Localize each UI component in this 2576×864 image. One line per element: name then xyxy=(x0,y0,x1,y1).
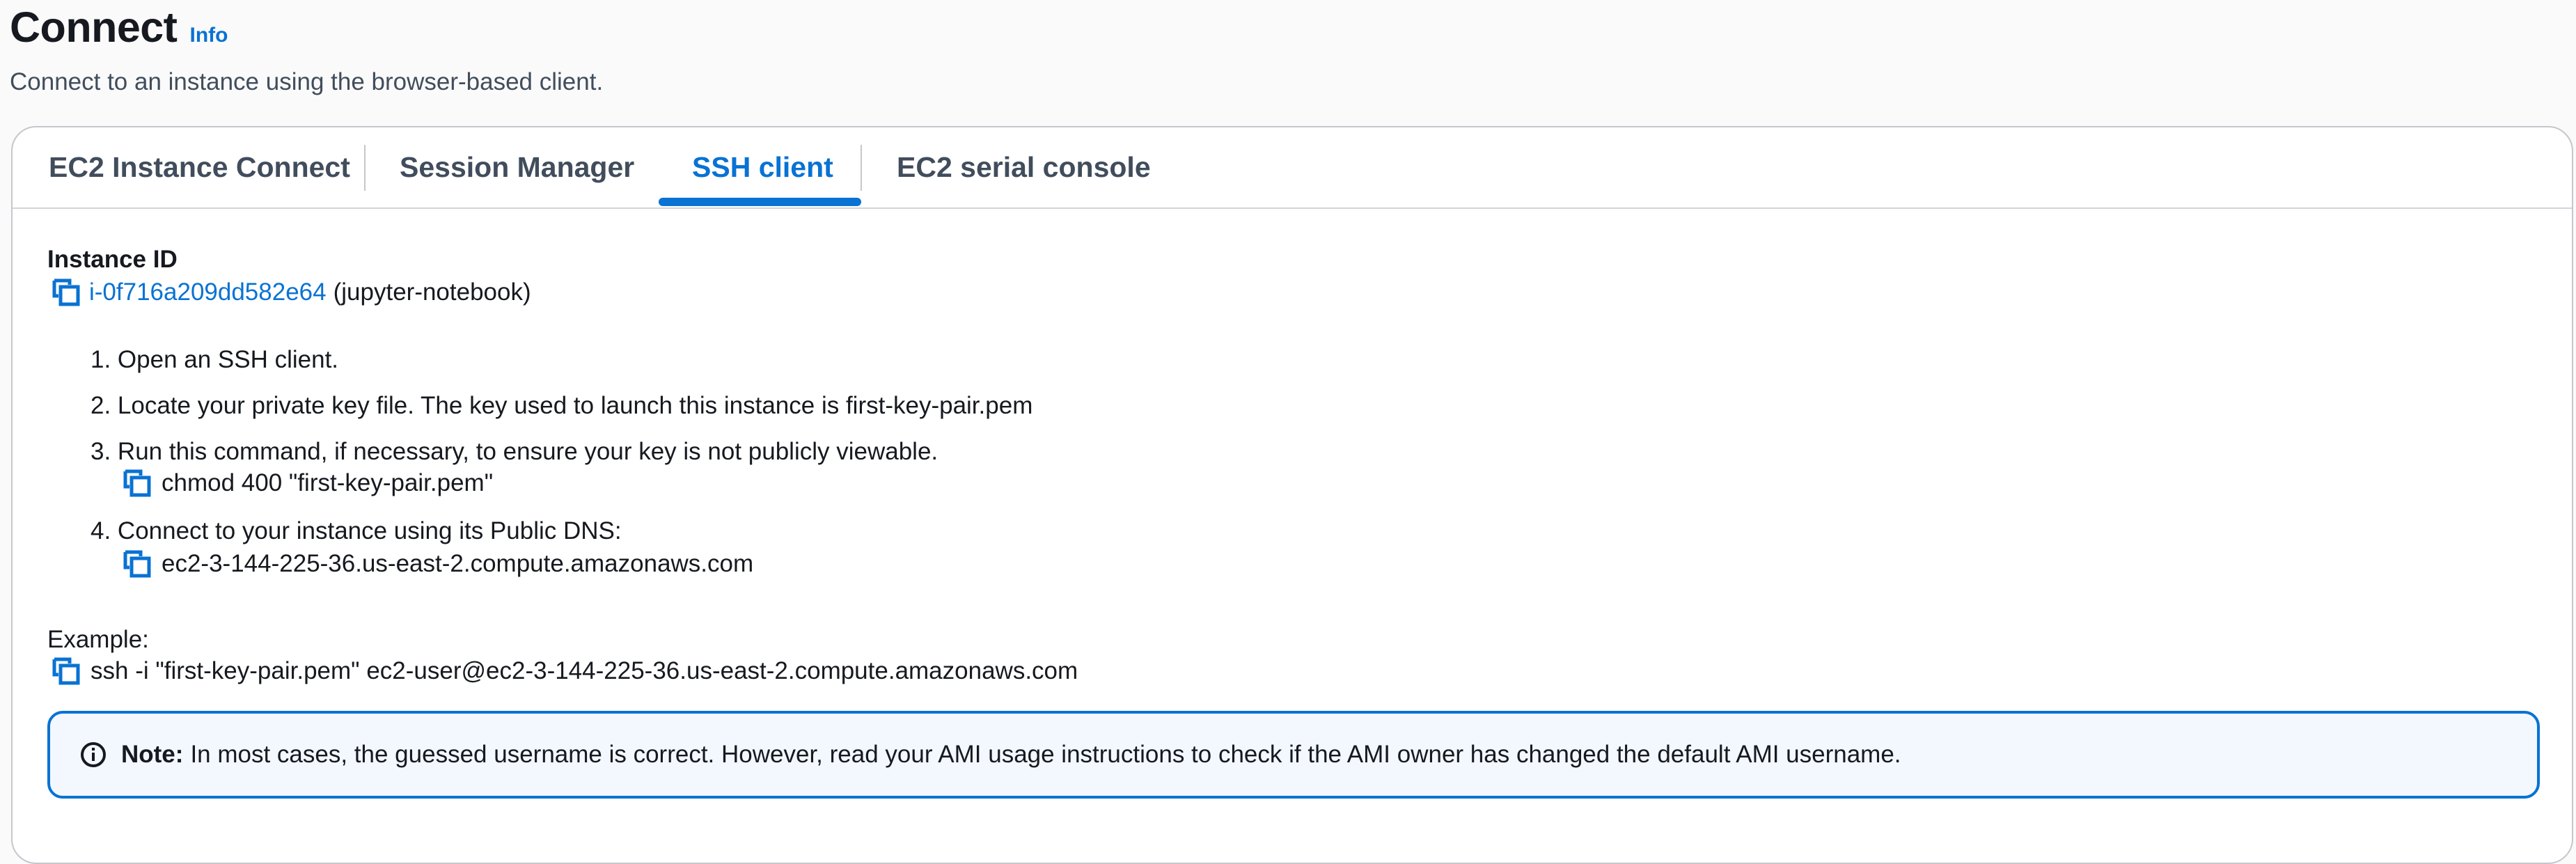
step-2: 2. Locate your private key file. The key… xyxy=(91,392,1033,419)
copy-icon[interactable] xyxy=(52,278,81,307)
tab-ssh-client[interactable]: SSH client xyxy=(692,127,833,207)
title-row: Connect Info xyxy=(10,3,603,52)
chmod-command: chmod 400 "first-key-pair.pem" xyxy=(162,469,494,496)
example-label: Example: xyxy=(47,626,149,653)
tab-divider xyxy=(861,145,862,191)
alert-text: In most cases, the guessed username is c… xyxy=(190,741,1901,768)
public-dns-row: ec2-3-144-225-36.us-east-2.compute.amazo… xyxy=(123,549,753,579)
step-3: 3. Run this command, if necessary, to en… xyxy=(91,438,938,465)
example-command: ssh -i "first-key-pair.pem" ec2-user@ec2… xyxy=(91,657,1078,684)
tab-ec2-serial-console[interactable]: EC2 serial console xyxy=(897,127,1151,207)
tab-bar: EC2 Instance Connect Session Manager SSH… xyxy=(13,127,2572,209)
public-dns-value: ec2-3-144-225-36.us-east-2.compute.amazo… xyxy=(162,550,754,577)
alert-title: Note: xyxy=(121,741,184,768)
page-subtitle: Connect to an instance using the browser… xyxy=(10,68,604,95)
instance-id-label: Instance ID xyxy=(47,246,178,273)
instance-name: (jupyter-notebook) xyxy=(333,278,531,306)
chmod-command-row: chmod 400 "first-key-pair.pem" xyxy=(123,469,493,498)
tab-session-manager[interactable]: Session Manager xyxy=(400,127,634,207)
tab-ec2-instance-connect[interactable]: EC2 Instance Connect xyxy=(49,127,350,207)
tab-divider xyxy=(364,145,366,191)
info-icon xyxy=(81,742,106,767)
info-link[interactable]: Info xyxy=(190,24,228,47)
copy-icon[interactable] xyxy=(123,549,152,579)
connect-card: EC2 Instance Connect Session Manager SSH… xyxy=(11,126,2573,864)
instance-id-row: i-0f716a209dd582e64 (jupyter-notebook) xyxy=(52,278,531,307)
example-command-row: ssh -i "first-key-pair.pem" ec2-user@ec2… xyxy=(52,657,1078,686)
page-header: Connect Info Connect to an instance usin… xyxy=(10,3,603,96)
step-1: 1. Open an SSH client. xyxy=(91,346,339,373)
step-4: 4. Connect to your instance using its Pu… xyxy=(91,517,622,544)
page-title: Connect xyxy=(10,3,178,51)
instance-id-link[interactable]: i-0f716a209dd582e64 xyxy=(89,278,327,306)
copy-icon[interactable] xyxy=(52,657,81,686)
copy-icon[interactable] xyxy=(123,469,152,498)
active-tab-indicator xyxy=(659,198,861,206)
info-alert: Note: In most cases, the guessed usernam… xyxy=(47,711,2540,799)
